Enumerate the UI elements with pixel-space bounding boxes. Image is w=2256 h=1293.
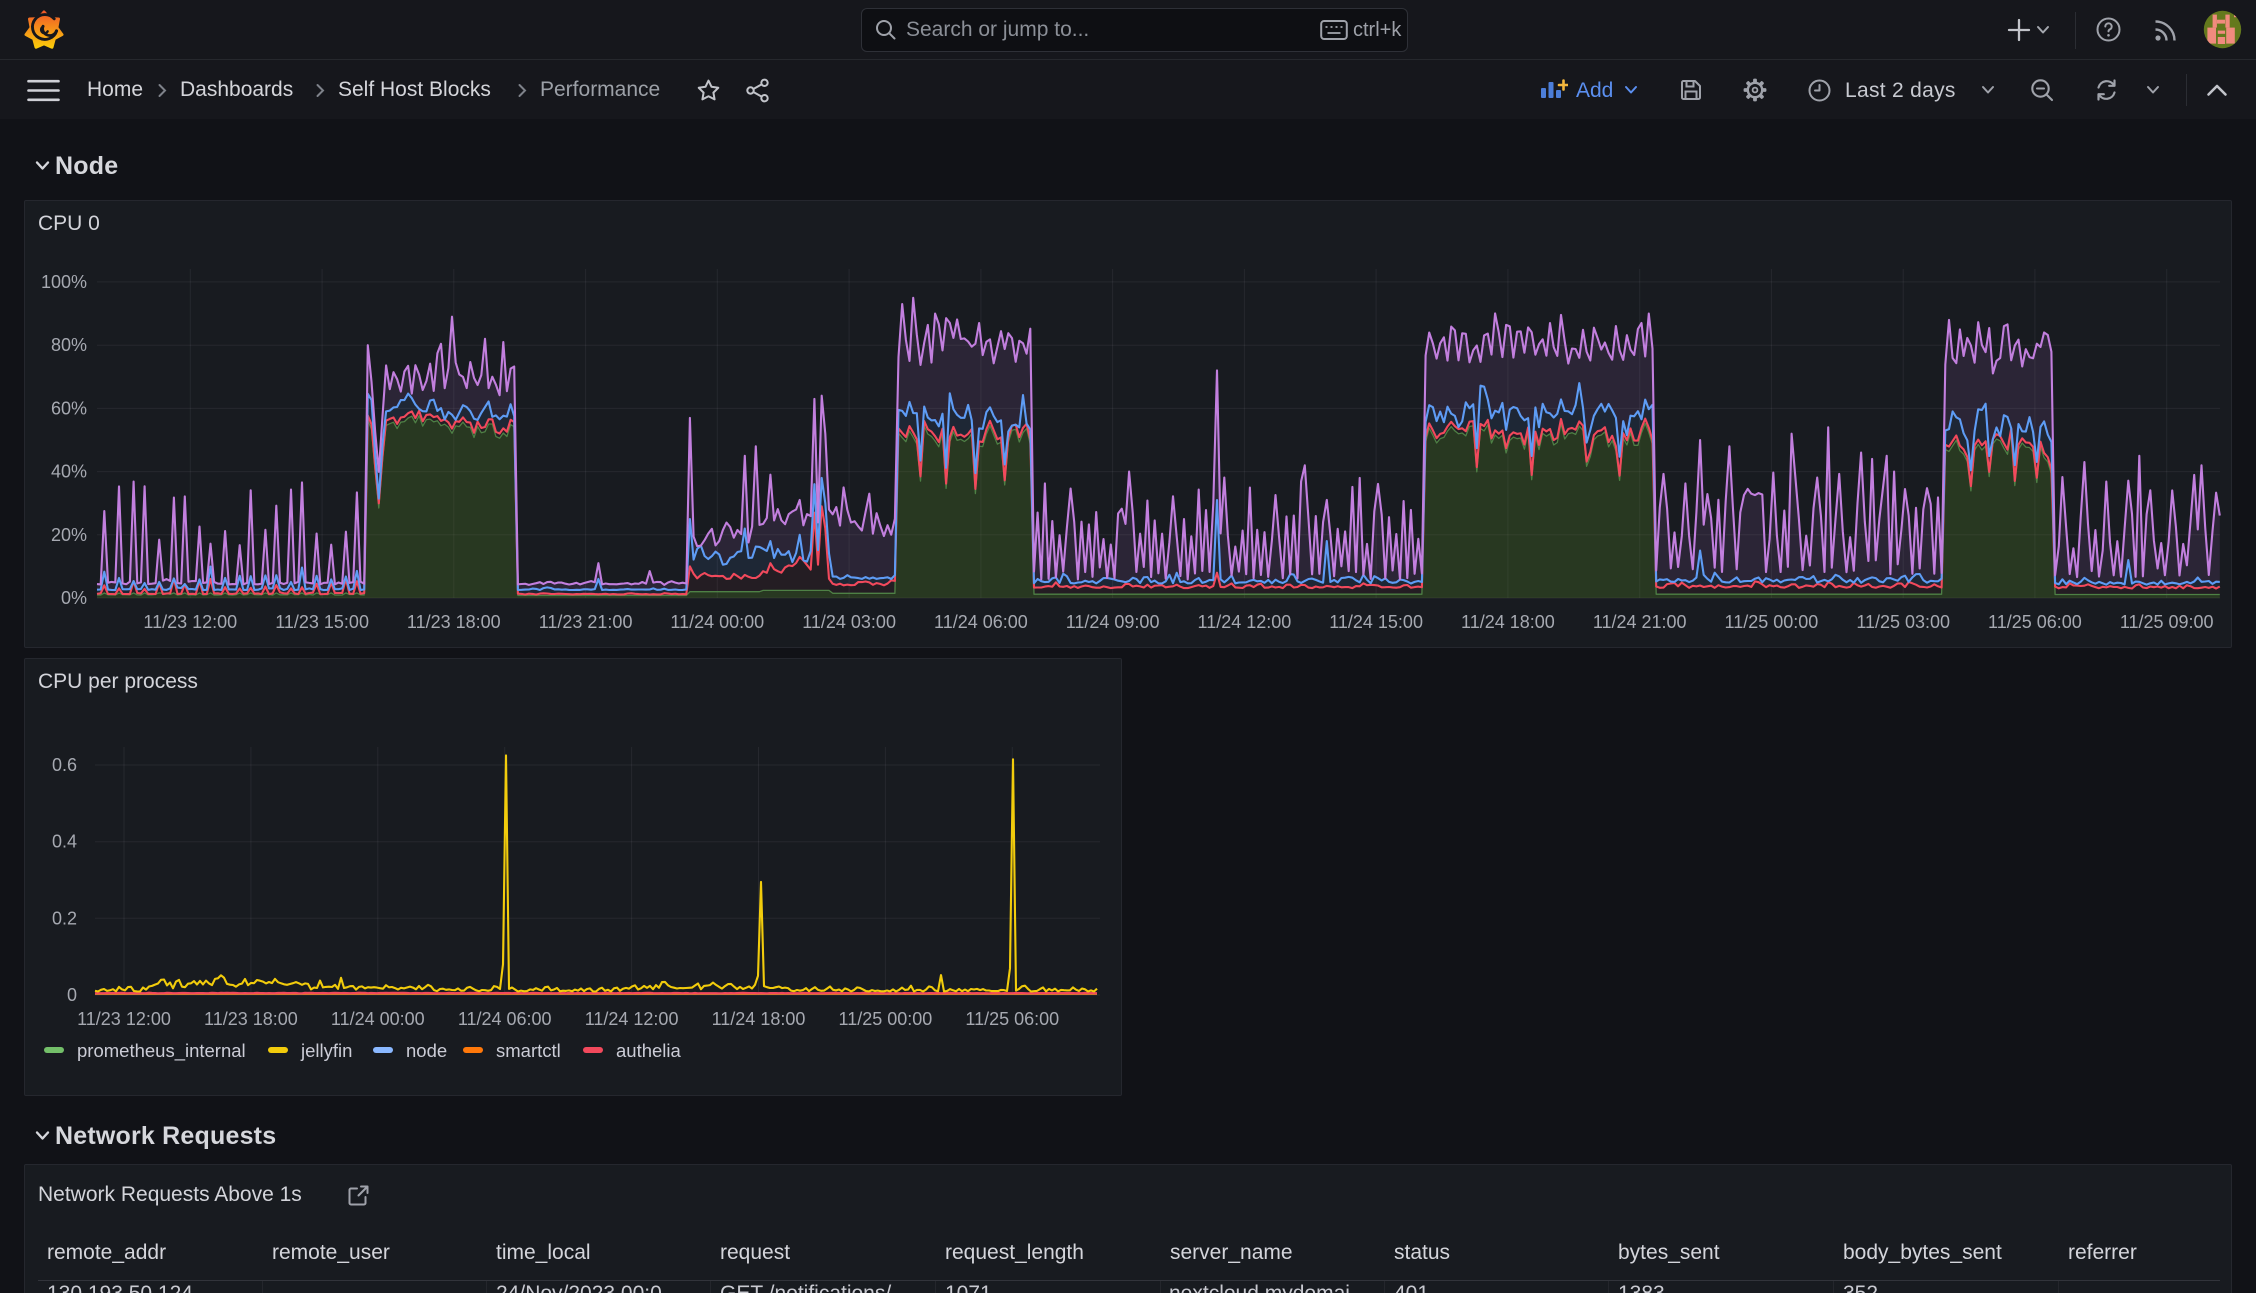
svg-text:11/25 03:00: 11/25 03:00	[1856, 612, 1950, 632]
svg-text:jellyfin: jellyfin	[300, 1040, 352, 1061]
svg-text:11/23 12:00: 11/23 12:00	[143, 612, 237, 632]
svg-text:11/23 15:00: 11/23 15:00	[275, 612, 369, 632]
svg-text:11/25 06:00: 11/25 06:00	[1988, 612, 2082, 632]
svg-text:11/25 06:00: 11/25 06:00	[965, 1009, 1059, 1029]
svg-text:80%: 80%	[51, 335, 87, 355]
svg-text:11/24 15:00: 11/24 15:00	[1329, 612, 1423, 632]
svg-text:11/23 12:00: 11/23 12:00	[77, 1009, 171, 1029]
svg-text:11/24 12:00: 11/24 12:00	[585, 1009, 679, 1029]
svg-text:11/24 06:00: 11/24 06:00	[458, 1009, 552, 1029]
svg-text:11/23 18:00: 11/23 18:00	[407, 612, 501, 632]
svg-text:11/25 00:00: 11/25 00:00	[839, 1009, 933, 1029]
svg-text:0.4: 0.4	[52, 832, 77, 852]
svg-text:20%: 20%	[51, 525, 87, 545]
svg-text:0.6: 0.6	[52, 755, 77, 775]
svg-text:11/24 03:00: 11/24 03:00	[802, 612, 896, 632]
svg-text:11/24 09:00: 11/24 09:00	[1066, 612, 1160, 632]
svg-text:11/24 12:00: 11/24 12:00	[1198, 612, 1292, 632]
svg-text:11/23 21:00: 11/23 21:00	[539, 612, 633, 632]
svg-text:node: node	[406, 1040, 447, 1061]
svg-text:authelia: authelia	[616, 1040, 682, 1061]
svg-text:11/24 00:00: 11/24 00:00	[670, 612, 764, 632]
svg-text:100%: 100%	[41, 272, 87, 292]
svg-text:smartctl: smartctl	[496, 1040, 561, 1061]
svg-text:0%: 0%	[61, 588, 87, 608]
svg-text:11/25 00:00: 11/25 00:00	[1725, 612, 1819, 632]
svg-text:11/24 00:00: 11/24 00:00	[331, 1009, 425, 1029]
svg-text:11/24 18:00: 11/24 18:00	[1461, 612, 1555, 632]
svg-text:11/24 21:00: 11/24 21:00	[1593, 612, 1687, 632]
svg-text:0: 0	[67, 985, 77, 1005]
svg-text:11/23 18:00: 11/23 18:00	[204, 1009, 298, 1029]
svg-text:60%: 60%	[51, 398, 87, 418]
svg-text:prometheus_internal: prometheus_internal	[77, 1040, 246, 1062]
svg-text:11/24 06:00: 11/24 06:00	[934, 612, 1028, 632]
svg-text:11/24 18:00: 11/24 18:00	[712, 1009, 806, 1029]
svg-text:11/25 09:00: 11/25 09:00	[2120, 612, 2214, 632]
svg-text:40%: 40%	[51, 462, 87, 482]
svg-text:0.2: 0.2	[52, 908, 77, 928]
